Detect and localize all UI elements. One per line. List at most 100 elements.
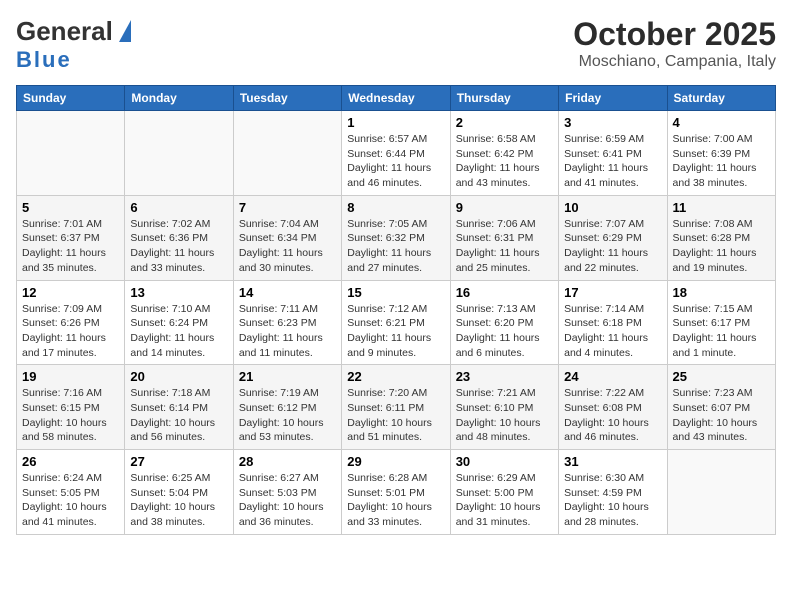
calendar-cell: 16 Sunrise: 7:13 AMSunset: 6:20 PMDayligh…	[450, 280, 558, 365]
calendar-cell: 15Sunrise: 7:12 AMSunset: 6:21 PMDayligh…	[342, 280, 450, 365]
day-info: Sunrise: 6:29 AMSunset: 5:00 PMDaylight:…	[456, 471, 553, 530]
day-number: 14	[239, 285, 336, 300]
calendar-week-row: 5Sunrise: 7:01 AMSunset: 6:37 PMDaylight…	[17, 195, 776, 280]
day-number: 18	[673, 285, 770, 300]
day-number: 24	[564, 369, 661, 384]
day-info: Sunrise: 6:27 AMSunset: 5:03 PMDaylight:…	[239, 471, 336, 530]
day-info: Sunrise: 6:59 AMSunset: 6:41 PMDaylight:…	[564, 132, 661, 191]
day-info: Sunrise: 6:58 AMSunset: 6:42 PMDaylight:…	[456, 132, 553, 191]
day-number: 25	[673, 369, 770, 384]
calendar-cell: 31 Sunrise: 6:30 AMSunset: 4:59 PMDayligh…	[559, 450, 667, 535]
calendar-cell: 24 Sunrise: 7:22 AMSunset: 6:08 PMDayligh…	[559, 365, 667, 450]
calendar-cell: 21Sunrise: 7:19 AMSunset: 6:12 PMDayligh…	[233, 365, 341, 450]
day-number: 31	[564, 454, 661, 469]
day-number: 5	[22, 200, 119, 215]
day-info: Sunrise: 7:18 AMSunset: 6:14 PMDaylight:…	[130, 386, 227, 445]
weekday-header: Friday	[559, 86, 667, 111]
calendar-cell: 13 Sunrise: 7:10 AMSunset: 6:24 PMDayligh…	[125, 280, 233, 365]
calendar-cell: 6 Sunrise: 7:02 AMSunset: 6:36 PMDaylight…	[125, 195, 233, 280]
day-info: Sunrise: 7:13 AMSunset: 6:20 PMDaylight:…	[456, 302, 553, 361]
day-info: Sunrise: 7:06 AMSunset: 6:31 PMDaylight:…	[456, 217, 553, 276]
day-number: 16	[456, 285, 553, 300]
calendar-cell: 28 Sunrise: 6:27 AMSunset: 5:03 PMDayligh…	[233, 450, 341, 535]
day-info: Sunrise: 7:07 AMSunset: 6:29 PMDaylight:…	[564, 217, 661, 276]
day-info: Sunrise: 7:08 AMSunset: 6:28 PMDaylight:…	[673, 217, 770, 276]
day-info: Sunrise: 7:20 AMSunset: 6:11 PMDaylight:…	[347, 386, 444, 445]
day-info: Sunrise: 6:25 AMSunset: 5:04 PMDaylight:…	[130, 471, 227, 530]
day-number: 9	[456, 200, 553, 215]
day-number: 17	[564, 285, 661, 300]
day-number: 22	[347, 369, 444, 384]
calendar-cell: 5Sunrise: 7:01 AMSunset: 6:37 PMDaylight…	[17, 195, 125, 280]
day-number: 20	[130, 369, 227, 384]
calendar-cell: 4 Sunrise: 7:00 AMSunset: 6:39 PMDaylight…	[667, 111, 775, 196]
day-number: 10	[564, 200, 661, 215]
calendar-week-row: 1Sunrise: 6:57 AMSunset: 6:44 PMDaylight…	[17, 111, 776, 196]
day-number: 1	[347, 115, 444, 130]
page-header: General Blue October 2025 Moschiano, Cam…	[16, 16, 776, 73]
weekday-header: Monday	[125, 86, 233, 111]
day-number: 4	[673, 115, 770, 130]
day-info: Sunrise: 6:24 AMSunset: 5:05 PMDaylight:…	[22, 471, 119, 530]
day-info: Sunrise: 7:21 AMSunset: 6:10 PMDaylight:…	[456, 386, 553, 445]
day-info: Sunrise: 7:11 AMSunset: 6:23 PMDaylight:…	[239, 302, 336, 361]
calendar-cell	[125, 111, 233, 196]
day-info: Sunrise: 7:10 AMSunset: 6:24 PMDaylight:…	[130, 302, 227, 361]
day-info: Sunrise: 7:05 AMSunset: 6:32 PMDaylight:…	[347, 217, 444, 276]
calendar-cell: 29 Sunrise: 6:28 AMSunset: 5:01 PMDayligh…	[342, 450, 450, 535]
day-number: 23	[456, 369, 553, 384]
weekday-header: Tuesday	[233, 86, 341, 111]
calendar-cell: 12 Sunrise: 7:09 AMSunset: 6:26 PMDayligh…	[17, 280, 125, 365]
calendar-cell	[17, 111, 125, 196]
day-info: Sunrise: 7:00 AMSunset: 6:39 PMDaylight:…	[673, 132, 770, 191]
day-number: 12	[22, 285, 119, 300]
calendar-table: SundayMondayTuesdayWednesdayThursdayFrid…	[16, 85, 776, 535]
logo: General Blue	[16, 16, 131, 73]
logo-general: General	[16, 16, 113, 47]
day-number: 7	[239, 200, 336, 215]
calendar-cell: 9 Sunrise: 7:06 AMSunset: 6:31 PMDaylight…	[450, 195, 558, 280]
day-info: Sunrise: 6:28 AMSunset: 5:01 PMDaylight:…	[347, 471, 444, 530]
day-info: Sunrise: 7:22 AMSunset: 6:08 PMDaylight:…	[564, 386, 661, 445]
logo-triangle-icon	[119, 20, 131, 42]
title-block: October 2025 Moschiano, Campania, Italy	[573, 16, 776, 71]
day-info: Sunrise: 7:16 AMSunset: 6:15 PMDaylight:…	[22, 386, 119, 445]
calendar-cell: 19 Sunrise: 7:16 AMSunset: 6:15 PMDayligh…	[17, 365, 125, 450]
calendar-cell: 18 Sunrise: 7:15 AMSunset: 6:17 PMDayligh…	[667, 280, 775, 365]
day-number: 6	[130, 200, 227, 215]
day-number: 29	[347, 454, 444, 469]
calendar-cell: 23 Sunrise: 7:21 AMSunset: 6:10 PMDayligh…	[450, 365, 558, 450]
calendar-cell: 22 Sunrise: 7:20 AMSunset: 6:11 PMDayligh…	[342, 365, 450, 450]
day-number: 28	[239, 454, 336, 469]
weekday-header: Saturday	[667, 86, 775, 111]
day-info: Sunrise: 6:30 AMSunset: 4:59 PMDaylight:…	[564, 471, 661, 530]
calendar-cell: 20 Sunrise: 7:18 AMSunset: 6:14 PMDayligh…	[125, 365, 233, 450]
day-info: Sunrise: 7:09 AMSunset: 6:26 PMDaylight:…	[22, 302, 119, 361]
weekday-header: Wednesday	[342, 86, 450, 111]
calendar-cell	[233, 111, 341, 196]
day-number: 11	[673, 200, 770, 215]
day-number: 27	[130, 454, 227, 469]
weekday-header: Thursday	[450, 86, 558, 111]
day-number: 26	[22, 454, 119, 469]
day-info: Sunrise: 7:04 AMSunset: 6:34 PMDaylight:…	[239, 217, 336, 276]
calendar-cell: 17Sunrise: 7:14 AMSunset: 6:18 PMDayligh…	[559, 280, 667, 365]
day-info: Sunrise: 7:12 AMSunset: 6:21 PMDaylight:…	[347, 302, 444, 361]
calendar-cell: 10 Sunrise: 7:07 AMSunset: 6:29 PMDayligh…	[559, 195, 667, 280]
location-title: Moschiano, Campania, Italy	[573, 53, 776, 71]
calendar-header-row: SundayMondayTuesdayWednesdayThursdayFrid…	[17, 86, 776, 111]
day-number: 19	[22, 369, 119, 384]
calendar-cell: 3Sunrise: 6:59 AMSunset: 6:41 PMDaylight…	[559, 111, 667, 196]
day-info: Sunrise: 7:02 AMSunset: 6:36 PMDaylight:…	[130, 217, 227, 276]
calendar-cell: 2 Sunrise: 6:58 AMSunset: 6:42 PMDaylight…	[450, 111, 558, 196]
day-info: Sunrise: 7:15 AMSunset: 6:17 PMDaylight:…	[673, 302, 770, 361]
calendar-week-row: 19 Sunrise: 7:16 AMSunset: 6:15 PMDayligh…	[17, 365, 776, 450]
calendar-week-row: 12 Sunrise: 7:09 AMSunset: 6:26 PMDayligh…	[17, 280, 776, 365]
day-number: 30	[456, 454, 553, 469]
calendar-cell: 25 Sunrise: 7:23 AMSunset: 6:07 PMDayligh…	[667, 365, 775, 450]
day-number: 13	[130, 285, 227, 300]
day-info: Sunrise: 7:19 AMSunset: 6:12 PMDaylight:…	[239, 386, 336, 445]
day-info: Sunrise: 7:23 AMSunset: 6:07 PMDaylight:…	[673, 386, 770, 445]
day-number: 2	[456, 115, 553, 130]
logo-blue: Blue	[16, 47, 72, 72]
